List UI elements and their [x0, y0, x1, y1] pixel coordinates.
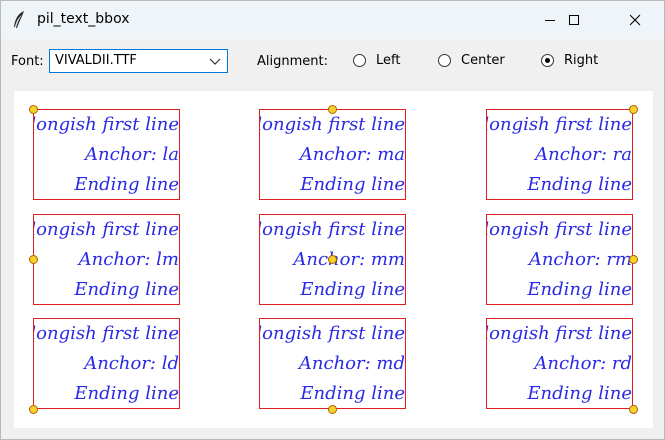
text-line: Anchor: ma — [299, 144, 405, 165]
text-bbox-ra: A longish first line Anchor: ra Ending l… — [486, 109, 633, 200]
preview-canvas: A longish first line Anchor: la Ending l… — [14, 91, 653, 428]
radio-label: Center — [461, 53, 505, 68]
text-line: Anchor: ra — [535, 144, 632, 165]
alignment-label: Alignment: — [257, 54, 328, 69]
anchor-dot — [29, 105, 38, 114]
text-bbox-ma: A longish first line Anchor: ma Ending l… — [259, 109, 406, 200]
radio-circle[interactable] — [438, 54, 451, 67]
font-label: Font: — [11, 54, 44, 69]
font-select-value: VIVALDII.TTF — [55, 53, 137, 68]
text-line: Anchor: rd — [534, 353, 632, 374]
text-line: Ending line — [527, 383, 632, 404]
maximize-icon — [569, 15, 579, 25]
text-bbox-ld: A longish first line Anchor: ld Ending l… — [33, 318, 180, 409]
text-bbox-lm: A longish first line Anchor: lm Ending l… — [33, 214, 180, 305]
anchor-dot — [629, 405, 638, 414]
radio-circle[interactable] — [353, 54, 366, 67]
text-line: A longish first line — [259, 219, 405, 240]
anchor-dot — [629, 255, 638, 264]
radio-circle[interactable] — [541, 54, 554, 67]
chevron-down-icon[interactable] — [209, 56, 221, 66]
alignment-left-radio[interactable]: Left — [353, 53, 400, 68]
title-bar[interactable]: pil_text_bbox — [1, 1, 664, 39]
text-line: A longish first line — [33, 219, 179, 240]
text-line: Ending line — [300, 174, 405, 195]
anchor-dot — [629, 105, 638, 114]
text-line: A longish first line — [33, 114, 179, 135]
text-bbox-la: A longish first line Anchor: la Ending l… — [33, 109, 180, 200]
text-line: Ending line — [527, 174, 632, 195]
app-window: pil_text_bbox Font: VIVALDII.TTF Alignme… — [0, 0, 665, 440]
radio-label: Right — [564, 53, 599, 68]
alignment-right-radio[interactable]: Right — [541, 53, 598, 68]
text-line: Anchor: mm — [293, 249, 405, 270]
text-line: Ending line — [74, 383, 179, 404]
text-line: A longish first line — [259, 114, 405, 135]
text-line: Anchor: ld — [84, 353, 179, 374]
alignment-center-radio[interactable]: Center — [438, 53, 505, 68]
text-line: Ending line — [300, 383, 405, 404]
radio-label: Left — [376, 53, 401, 68]
close-icon — [629, 14, 641, 26]
text-bbox-md: A longish first line Anchor: md Ending l… — [259, 318, 406, 409]
anchor-dot — [328, 405, 337, 414]
text-line: Ending line — [74, 174, 179, 195]
maximize-button[interactable] — [551, 1, 597, 39]
text-bbox-rd: A longish first line Anchor: rd Ending l… — [486, 318, 633, 409]
anchor-dot — [29, 405, 38, 414]
text-line: Anchor: md — [298, 353, 405, 374]
text-line: Ending line — [300, 279, 405, 300]
text-line: A longish first line — [33, 323, 179, 344]
text-line: Anchor: lm — [78, 249, 179, 270]
anchor-dot — [328, 105, 337, 114]
text-line: A longish first line — [486, 219, 632, 240]
text-line: Anchor: la — [85, 144, 179, 165]
text-line: Anchor: rm — [528, 249, 632, 270]
anchor-dot — [29, 255, 38, 264]
text-line: Ending line — [74, 279, 179, 300]
text-line: A longish first line — [486, 323, 632, 344]
text-line: A longish first line — [486, 114, 632, 135]
close-button[interactable] — [612, 1, 658, 39]
feather-icon — [11, 10, 27, 30]
font-select[interactable]: VIVALDII.TTF — [49, 49, 228, 73]
text-bbox-rm: A longish first line Anchor: rm Ending l… — [486, 214, 633, 305]
toolbar: Font: VIVALDII.TTF Alignment: Left Cente… — [1, 39, 664, 87]
text-line: A longish first line — [259, 323, 405, 344]
window-title: pil_text_bbox — [37, 11, 130, 27]
anchor-dot — [328, 255, 337, 264]
text-line: Ending line — [527, 279, 632, 300]
